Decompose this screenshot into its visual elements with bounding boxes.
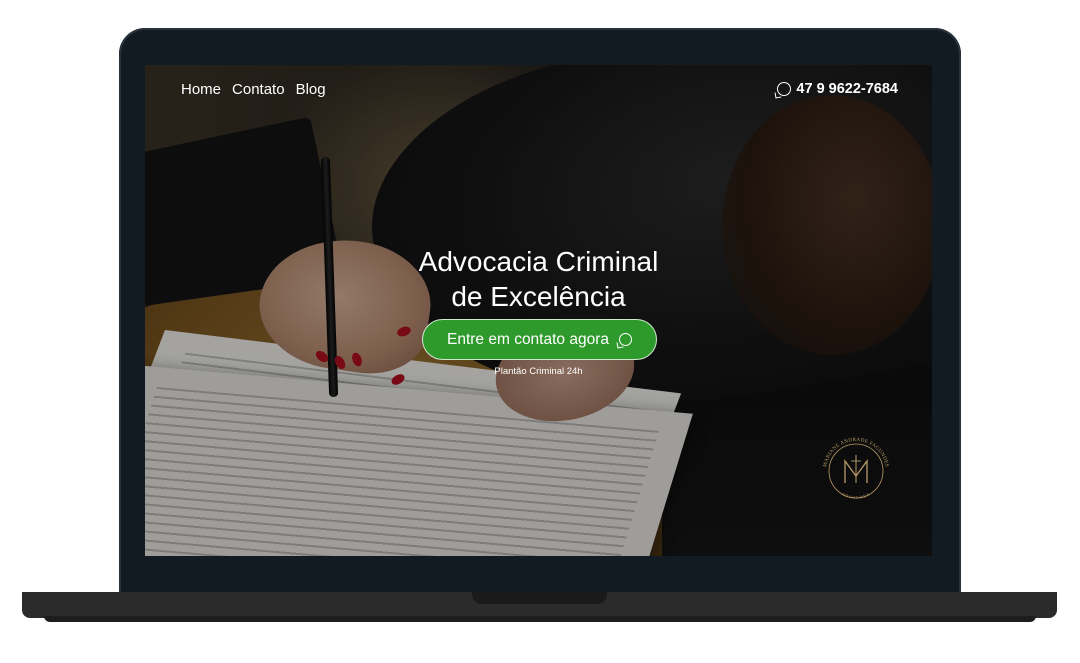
laptop-foot [44, 616, 1036, 622]
hero-title: Advocacia Criminal de Excelência [145, 244, 932, 314]
hero-title-line1: Advocacia Criminal [418, 246, 659, 277]
whatsapp-icon [777, 82, 792, 96]
phone-number: 47 9 9622-7684 [796, 81, 898, 97]
hero-title-line2: de Excelência [451, 281, 626, 312]
laptop-notch [472, 592, 607, 604]
law-firm-logo: MARIANE ANDRADE FAGUNDES ADVOGADA [822, 437, 889, 500]
svg-text:ADVOGADA: ADVOGADA [841, 491, 871, 500]
nav-blog[interactable]: Blog [296, 81, 326, 98]
hero-subtitle: Plantão Criminal 24h [494, 366, 583, 377]
logo-bottom-text: ADVOGADA [841, 491, 870, 500]
nav-contato[interactable]: Contato [232, 81, 285, 98]
phone-link[interactable]: 47 9 9622-7684 [777, 81, 898, 97]
main-nav: Home Contato Blog [181, 81, 326, 98]
whatsapp-icon [619, 333, 632, 346]
contact-now-button[interactable]: Entre em contato agora [422, 319, 657, 360]
nav-home[interactable]: Home [181, 81, 221, 98]
cta-label: Entre em contato agora [447, 330, 609, 348]
website-screen: Home Contato Blog 47 9 9622-7684 Advocac… [145, 65, 932, 556]
